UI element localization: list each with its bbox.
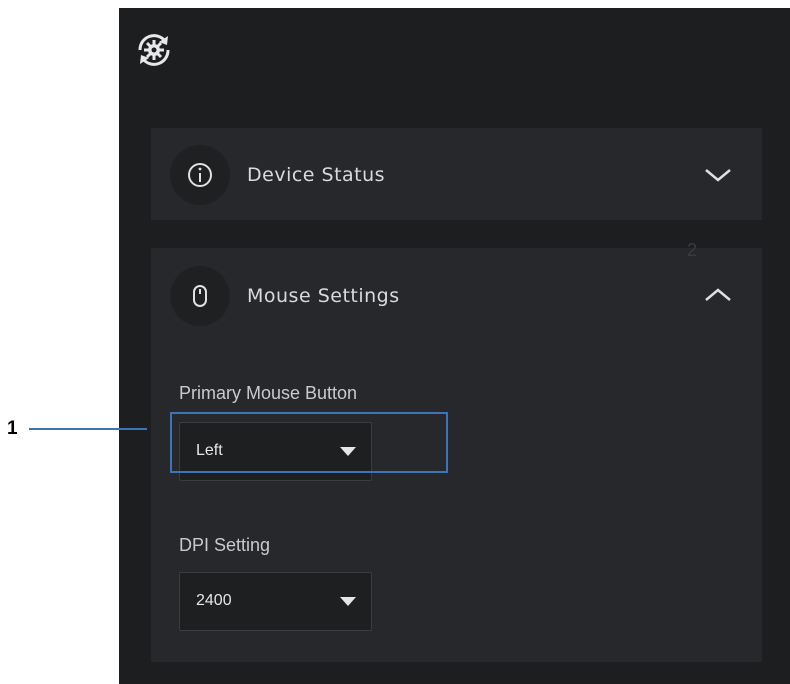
dpi-setting-select[interactable]: 2400 xyxy=(179,572,372,631)
primary-mouse-button-label: Primary Mouse Button xyxy=(179,383,358,403)
dpi-setting-value: 2400 xyxy=(196,592,232,609)
mouse-icon xyxy=(170,266,230,326)
dpi-setting-label: DPI Setting xyxy=(179,535,271,555)
callout-highlight-box xyxy=(170,412,448,473)
device-status-card[interactable]: Device Status xyxy=(151,128,762,220)
callout-number-2: 2 xyxy=(687,240,698,260)
callout-number-1: 1 xyxy=(7,418,18,439)
chevron-up-icon[interactable] xyxy=(703,285,733,305)
callout-leader-line xyxy=(29,428,147,430)
mouse-settings-title: Mouse Settings xyxy=(247,285,400,307)
device-status-title: Device Status xyxy=(247,164,386,186)
settings-sync-icon[interactable] xyxy=(132,28,176,72)
info-icon xyxy=(170,145,230,205)
caret-down-icon xyxy=(340,597,356,606)
chevron-down-icon[interactable] xyxy=(703,165,733,185)
